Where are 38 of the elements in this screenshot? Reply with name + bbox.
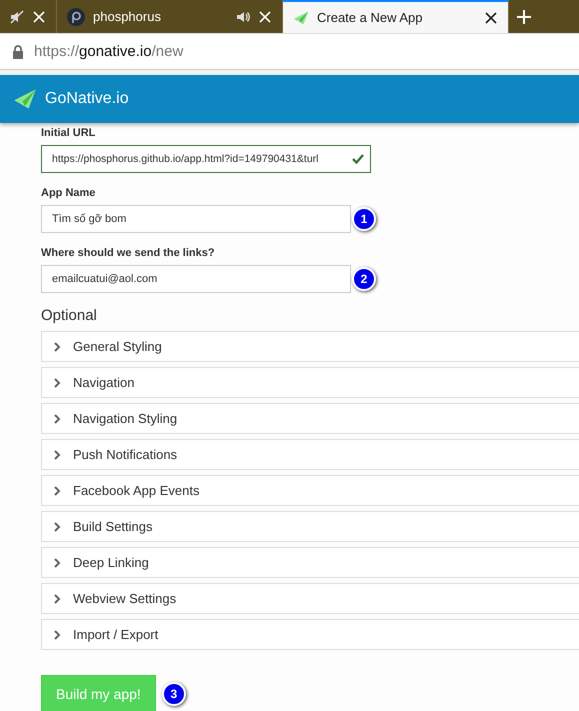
paper-plane-logo-icon [13, 87, 37, 111]
input-field[interactable]: https://phosphorus.github.io/app.html?id=149790431&turl [41, 145, 371, 173]
field-label: Where should we send the links? [41, 247, 216, 259]
muted-speaker-icon[interactable] [10, 10, 24, 24]
accordion-item[interactable]: Deep Linking [41, 547, 579, 578]
accordion-item[interactable]: Build Settings [41, 511, 579, 542]
chevron-icon [54, 594, 61, 604]
field-label: App Name [41, 187, 96, 199]
accordion-item[interactable]: Import / Export [41, 619, 579, 650]
brand-name[interactable]: GoNative.io [45, 90, 129, 108]
chevron-icon [54, 342, 61, 352]
section-heading: Optional [41, 307, 98, 324]
accordion-item[interactable]: Navigation Styling [41, 403, 579, 434]
chevron-icon [54, 630, 61, 640]
accordion-item[interactable]: Push Notifications [41, 439, 579, 470]
address-url[interactable]: https://gonative.io/new [34, 43, 184, 60]
input-field[interactable]: Tìm số gỡ bom [41, 205, 351, 233]
site-icon [67, 8, 85, 26]
chevron-icon [54, 486, 61, 496]
step-marker: 3 [162, 682, 186, 706]
chevron-icon [54, 414, 61, 424]
chevron-icon [54, 378, 61, 388]
browser-tab[interactable]: Create a New App [283, 0, 509, 33]
input-field[interactable]: emailcuatui@aol.com [41, 265, 351, 293]
chevron-icon [54, 522, 61, 532]
chevron-icon [54, 450, 61, 460]
lock-icon [12, 44, 24, 58]
close-icon[interactable] [484, 10, 498, 24]
speaker-icon[interactable] [236, 10, 250, 24]
step-marker: 1 [352, 207, 376, 231]
field-label: Initial URL [41, 127, 96, 139]
step-marker: 2 [352, 267, 376, 291]
accordion-item[interactable]: Webview Settings [41, 583, 579, 614]
paper-plane-icon [293, 10, 309, 26]
chevron-icon [54, 558, 61, 568]
accordion-item[interactable]: General Styling [41, 331, 579, 362]
accordion-item[interactable]: Navigation [41, 367, 579, 398]
accordion-item[interactable]: Facebook App Events [41, 475, 579, 506]
